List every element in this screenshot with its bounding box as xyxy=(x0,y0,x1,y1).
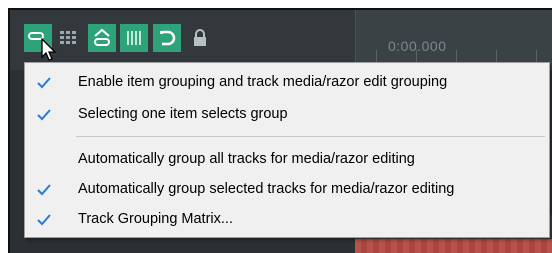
menu-item-label: Track Grouping Matrix... xyxy=(78,211,233,227)
check-icon xyxy=(36,107,52,123)
menu-item-selecting-one-selects-group[interactable]: Selecting one item selects group xyxy=(27,101,547,128)
timeline-ruler[interactable] xyxy=(355,10,552,70)
grouping-matrix-icon xyxy=(124,28,144,48)
toolbar: 0:00.000 xyxy=(10,10,552,70)
menu-item-auto-group-all-tracks[interactable]: Automatically group all tracks for media… xyxy=(27,146,547,173)
menu-separator xyxy=(76,136,545,137)
menu-item-track-grouping-matrix[interactable]: Track Grouping Matrix... xyxy=(27,206,547,233)
media-grouping-icon xyxy=(91,27,113,49)
media-item-strip[interactable] xyxy=(355,239,552,253)
menu-item-label: Automatically group selected tracks for … xyxy=(78,181,455,197)
media-grouping-button[interactable] xyxy=(88,24,116,52)
lock-button[interactable] xyxy=(186,24,214,52)
loop-button[interactable] xyxy=(153,24,181,52)
lock-icon xyxy=(191,28,209,48)
menu-item-label: Enable item grouping and track media/raz… xyxy=(78,74,448,90)
grouping-matrix-button[interactable] xyxy=(120,24,148,52)
grid-icon xyxy=(59,30,77,46)
check-icon xyxy=(36,75,52,91)
check-icon xyxy=(36,182,52,198)
menu-item-label: Automatically group all tracks for media… xyxy=(78,151,415,167)
menu-item-label: Selecting one item selects group xyxy=(78,106,288,122)
menu-item-auto-group-selected-tracks[interactable]: Automatically group selected tracks for … xyxy=(27,176,547,203)
timeline-time-label: 0:00.000 xyxy=(388,38,447,54)
menu-item-enable-item-grouping[interactable]: Enable item grouping and track media/raz… xyxy=(27,69,547,96)
check-icon xyxy=(36,212,52,228)
grouping-context-menu: Enable item grouping and track media/raz… xyxy=(24,62,550,238)
loop-icon xyxy=(157,28,177,48)
mouse-cursor-icon xyxy=(41,37,59,64)
